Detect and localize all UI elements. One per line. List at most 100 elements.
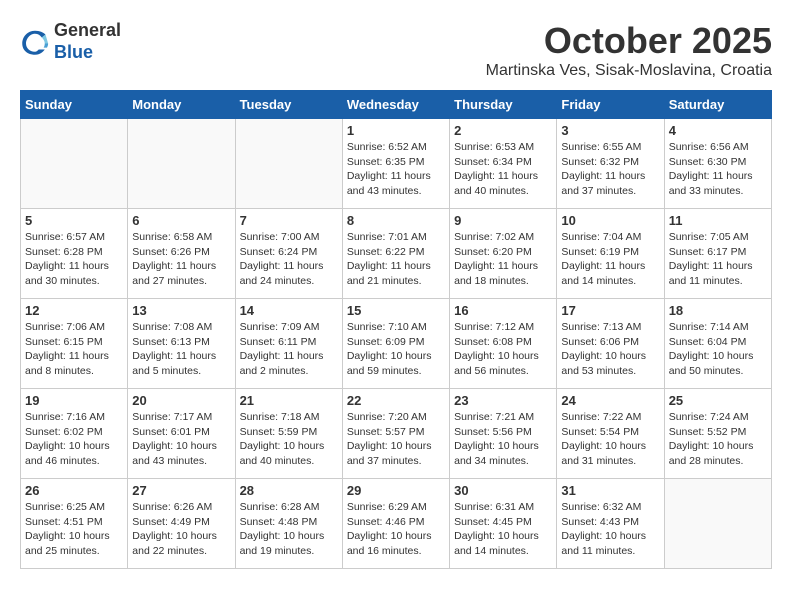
calendar-cell: 20Sunrise: 7:17 AM Sunset: 6:01 PM Dayli… <box>128 389 235 479</box>
calendar-cell: 28 Sunrise: 6:28 AM Sunset: 4:48 PM Dayli… <box>235 479 342 569</box>
calendar-cell: 10Sunrise: 7:04 AM Sunset: 6:19 PM Dayli… <box>557 209 664 299</box>
calendar-cell: 14 Sunrise: 7:09 AM Sunset: 6:11 PM Dayli… <box>235 299 342 389</box>
calendar-cell: 2 Sunrise: 6:53 AM Sunset: 6:34 PM Daylig… <box>450 119 557 209</box>
day-info: Sunrise: 7:09 AM Sunset: 6:11 PM Dayligh… <box>240 320 338 379</box>
logo-icon <box>20 27 50 57</box>
day-number: 2 <box>454 123 552 138</box>
week-row-5: 26Sunrise: 6:25 AM Sunset: 4:51 PM Dayli… <box>21 479 772 569</box>
day-info: Sunrise: 7:16 AM Sunset: 6:02 PM Dayligh… <box>25 410 123 469</box>
day-number: 24 <box>561 393 659 408</box>
day-number: 25 <box>669 393 767 408</box>
weekday-header-monday: Monday <box>128 91 235 119</box>
calendar-cell <box>664 479 771 569</box>
day-info: Sunrise: 6:32 AM Sunset: 4:43 PM Dayligh… <box>561 500 659 559</box>
weekday-header-thursday: Thursday <box>450 91 557 119</box>
day-number: 15 <box>347 303 445 318</box>
calendar-cell: 22Sunrise: 7:20 AM Sunset: 5:57 PM Dayli… <box>342 389 449 479</box>
day-number: 31 <box>561 483 659 498</box>
day-number: 4 <box>669 123 767 138</box>
weekday-header-wednesday: Wednesday <box>342 91 449 119</box>
calendar-cell: 25Sunrise: 7:24 AM Sunset: 5:52 PM Dayli… <box>664 389 771 479</box>
calendar-cell: 11 Sunrise: 7:05 AM Sunset: 6:17 PM Dayli… <box>664 209 771 299</box>
day-number: 6 <box>132 213 230 228</box>
calendar-cell: 31 Sunrise: 6:32 AM Sunset: 4:43 PM Dayli… <box>557 479 664 569</box>
day-info: Sunrise: 6:53 AM Sunset: 6:34 PM Dayligh… <box>454 140 552 199</box>
calendar-cell: 6 Sunrise: 6:58 AM Sunset: 6:26 PM Daylig… <box>128 209 235 299</box>
week-row-3: 12 Sunrise: 7:06 AM Sunset: 6:15 PM Dayli… <box>21 299 772 389</box>
day-info: Sunrise: 7:22 AM Sunset: 5:54 PM Dayligh… <box>561 410 659 469</box>
calendar-cell: 8 Sunrise: 7:01 AM Sunset: 6:22 PM Daylig… <box>342 209 449 299</box>
weekday-header-sunday: Sunday <box>21 91 128 119</box>
calendar-cell: 9 Sunrise: 7:02 AM Sunset: 6:20 PM Daylig… <box>450 209 557 299</box>
day-number: 29 <box>347 483 445 498</box>
day-number: 17 <box>561 303 659 318</box>
week-row-1: 1 Sunrise: 6:52 AM Sunset: 6:35 PM Daylig… <box>21 119 772 209</box>
day-number: 23 <box>454 393 552 408</box>
day-info: Sunrise: 7:13 AM Sunset: 6:06 PM Dayligh… <box>561 320 659 379</box>
day-info: Sunrise: 6:26 AM Sunset: 4:49 PM Dayligh… <box>132 500 230 559</box>
calendar-cell: 15 Sunrise: 7:10 AM Sunset: 6:09 PM Dayli… <box>342 299 449 389</box>
calendar-cell: 5 Sunrise: 6:57 AM Sunset: 6:28 PM Daylig… <box>21 209 128 299</box>
calendar-cell: 27 Sunrise: 6:26 AM Sunset: 4:49 PM Dayli… <box>128 479 235 569</box>
day-info: Sunrise: 7:06 AM Sunset: 6:15 PM Dayligh… <box>25 320 123 379</box>
day-number: 20 <box>132 393 230 408</box>
calendar-cell: 16Sunrise: 7:12 AM Sunset: 6:08 PM Dayli… <box>450 299 557 389</box>
header: General Blue October 2025 Martinska Ves,… <box>20 20 772 80</box>
day-info: Sunrise: 7:01 AM Sunset: 6:22 PM Dayligh… <box>347 230 445 289</box>
calendar-cell <box>128 119 235 209</box>
calendar-cell: 21Sunrise: 7:18 AM Sunset: 5:59 PM Dayli… <box>235 389 342 479</box>
day-number: 28 <box>240 483 338 498</box>
day-info: Sunrise: 7:02 AM Sunset: 6:20 PM Dayligh… <box>454 230 552 289</box>
logo-general: General <box>54 20 121 42</box>
day-number: 14 <box>240 303 338 318</box>
calendar-table: SundayMondayTuesdayWednesdayThursdayFrid… <box>20 90 772 569</box>
calendar-cell: 26Sunrise: 6:25 AM Sunset: 4:51 PM Dayli… <box>21 479 128 569</box>
day-info: Sunrise: 7:10 AM Sunset: 6:09 PM Dayligh… <box>347 320 445 379</box>
day-number: 16 <box>454 303 552 318</box>
calendar-cell: 17 Sunrise: 7:13 AM Sunset: 6:06 PM Dayli… <box>557 299 664 389</box>
calendar-cell: 4 Sunrise: 6:56 AM Sunset: 6:30 PM Daylig… <box>664 119 771 209</box>
day-number: 11 <box>669 213 767 228</box>
location: Martinska Ves, Sisak-Moslavina, Croatia <box>486 62 772 80</box>
day-number: 1 <box>347 123 445 138</box>
calendar-cell: 24 Sunrise: 7:22 AM Sunset: 5:54 PM Dayli… <box>557 389 664 479</box>
day-info: Sunrise: 6:29 AM Sunset: 4:46 PM Dayligh… <box>347 500 445 559</box>
day-info: Sunrise: 7:21 AM Sunset: 5:56 PM Dayligh… <box>454 410 552 469</box>
month-title: October 2025 <box>486 20 772 62</box>
day-info: Sunrise: 6:28 AM Sunset: 4:48 PM Dayligh… <box>240 500 338 559</box>
calendar-cell: 30Sunrise: 6:31 AM Sunset: 4:45 PM Dayli… <box>450 479 557 569</box>
logo-blue: Blue <box>54 42 121 64</box>
calendar-cell: 29 Sunrise: 6:29 AM Sunset: 4:46 PM Dayli… <box>342 479 449 569</box>
calendar-cell: 19 Sunrise: 7:16 AM Sunset: 6:02 PM Dayli… <box>21 389 128 479</box>
title-area: October 2025 Martinska Ves, Sisak-Moslav… <box>486 20 772 80</box>
day-info: Sunrise: 7:08 AM Sunset: 6:13 PM Dayligh… <box>132 320 230 379</box>
calendar-cell <box>235 119 342 209</box>
calendar-cell: 3Sunrise: 6:55 AM Sunset: 6:32 PM Daylig… <box>557 119 664 209</box>
week-row-4: 19 Sunrise: 7:16 AM Sunset: 6:02 PM Dayli… <box>21 389 772 479</box>
day-info: Sunrise: 6:58 AM Sunset: 6:26 PM Dayligh… <box>132 230 230 289</box>
calendar-cell: 7Sunrise: 7:00 AM Sunset: 6:24 PM Daylig… <box>235 209 342 299</box>
day-number: 19 <box>25 393 123 408</box>
day-number: 8 <box>347 213 445 228</box>
day-number: 5 <box>25 213 123 228</box>
day-number: 12 <box>25 303 123 318</box>
day-number: 27 <box>132 483 230 498</box>
weekday-header-tuesday: Tuesday <box>235 91 342 119</box>
day-info: Sunrise: 7:18 AM Sunset: 5:59 PM Dayligh… <box>240 410 338 469</box>
day-number: 13 <box>132 303 230 318</box>
weekday-header-friday: Friday <box>557 91 664 119</box>
calendar-cell: 18 Sunrise: 7:14 AM Sunset: 6:04 PM Dayli… <box>664 299 771 389</box>
day-number: 10 <box>561 213 659 228</box>
day-info: Sunrise: 6:57 AM Sunset: 6:28 PM Dayligh… <box>25 230 123 289</box>
day-info: Sunrise: 7:14 AM Sunset: 6:04 PM Dayligh… <box>669 320 767 379</box>
day-info: Sunrise: 7:05 AM Sunset: 6:17 PM Dayligh… <box>669 230 767 289</box>
day-info: Sunrise: 6:56 AM Sunset: 6:30 PM Dayligh… <box>669 140 767 199</box>
calendar-cell: 12 Sunrise: 7:06 AM Sunset: 6:15 PM Dayli… <box>21 299 128 389</box>
day-info: Sunrise: 6:31 AM Sunset: 4:45 PM Dayligh… <box>454 500 552 559</box>
day-number: 18 <box>669 303 767 318</box>
day-number: 9 <box>454 213 552 228</box>
calendar-cell: 23 Sunrise: 7:21 AM Sunset: 5:56 PM Dayli… <box>450 389 557 479</box>
day-info: Sunrise: 6:52 AM Sunset: 6:35 PM Dayligh… <box>347 140 445 199</box>
day-number: 22 <box>347 393 445 408</box>
day-info: Sunrise: 7:00 AM Sunset: 6:24 PM Dayligh… <box>240 230 338 289</box>
